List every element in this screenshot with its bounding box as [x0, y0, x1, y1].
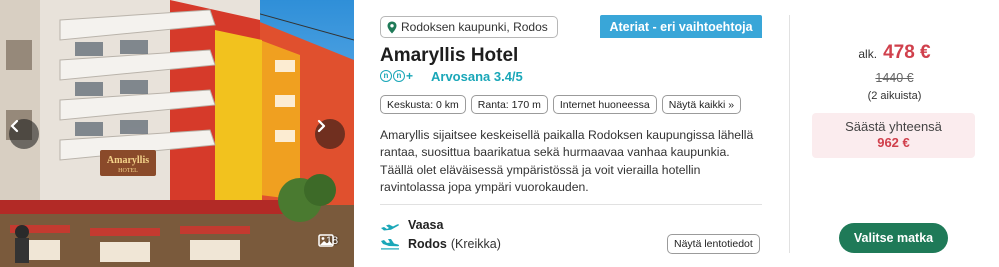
price-line: alk. 478 € — [790, 42, 999, 64]
hotel-photo[interactable]: Amaryllis HOTEL 18 — [0, 0, 354, 267]
hotel-facts: Keskusta: 0 km Ranta: 170 m Internet huo… — [380, 95, 742, 114]
travellers-info: (2 aikuista) — [867, 90, 922, 102]
hotel-building-illustration: Amaryllis HOTEL — [0, 0, 354, 267]
outbound-city: Vaasa — [408, 218, 444, 232]
gallery-prev-button[interactable] — [9, 119, 39, 149]
chevron-left-icon — [10, 119, 19, 133]
location-label: Rodoksen kaupunki, Rodos — [401, 20, 548, 34]
select-trip-button[interactable]: Valitse matka — [839, 223, 948, 253]
inbound-city: Rodos — [408, 237, 447, 251]
category-circle-icon: n — [380, 70, 392, 82]
savings-value: 962 € — [877, 135, 910, 150]
hotel-offer-card: Amaryllis HOTEL 18 Rodoksen kaupunki, Ro… — [0, 0, 999, 267]
old-price: 1440 € — [875, 71, 914, 85]
category-plus: + — [406, 69, 414, 83]
fact-chip-internet: Internet huoneessa — [552, 95, 657, 114]
board-type-badge: Ateriat - eri vaihtoehtoja — [600, 15, 762, 38]
hotel-sign-subtext: HOTEL — [118, 168, 138, 174]
plane-takeoff-icon — [380, 219, 400, 231]
hotel-sign-text: Amaryllis — [107, 155, 149, 166]
outbound-flight: Vaasa — [380, 218, 443, 232]
price-value: 478 € — [883, 42, 931, 63]
hotel-category: n n + — [380, 69, 413, 83]
gallery-next-button[interactable] — [315, 119, 345, 149]
inbound-country: (Kreikka) — [450, 237, 501, 251]
inbound-flight: Rodos (Kreikka) — [380, 237, 501, 251]
hotel-description: Amaryllis sijaitsee keskeisellä paikalla… — [380, 128, 754, 194]
price-from-label: alk. — [858, 47, 878, 61]
chevron-right-icon — [317, 119, 326, 133]
category-circle-icon: n — [393, 70, 405, 82]
location-chip[interactable]: Rodoksen kaupunki, Rodos — [380, 16, 558, 38]
fact-chip-center: Keskusta: 0 km — [380, 95, 466, 114]
image-icon — [318, 234, 334, 247]
plane-landing-icon — [380, 238, 400, 250]
savings-box: Säästä yhteensä 962 € — [812, 113, 975, 158]
divider — [380, 204, 762, 205]
map-pin-icon — [387, 21, 397, 34]
show-all-facts-button[interactable]: Näytä kaikki » — [661, 95, 742, 114]
show-flight-details-button[interactable]: Näytä lentotiedot — [667, 234, 760, 254]
hotel-name[interactable]: Amaryllis Hotel — [380, 45, 518, 67]
hotel-rating: Arvosana 3.4/5 — [431, 69, 523, 84]
savings-label: Säästä yhteensä — [845, 119, 942, 134]
fact-chip-beach: Ranta: 170 m — [470, 95, 548, 114]
gallery-count[interactable]: 18 — [318, 234, 346, 247]
